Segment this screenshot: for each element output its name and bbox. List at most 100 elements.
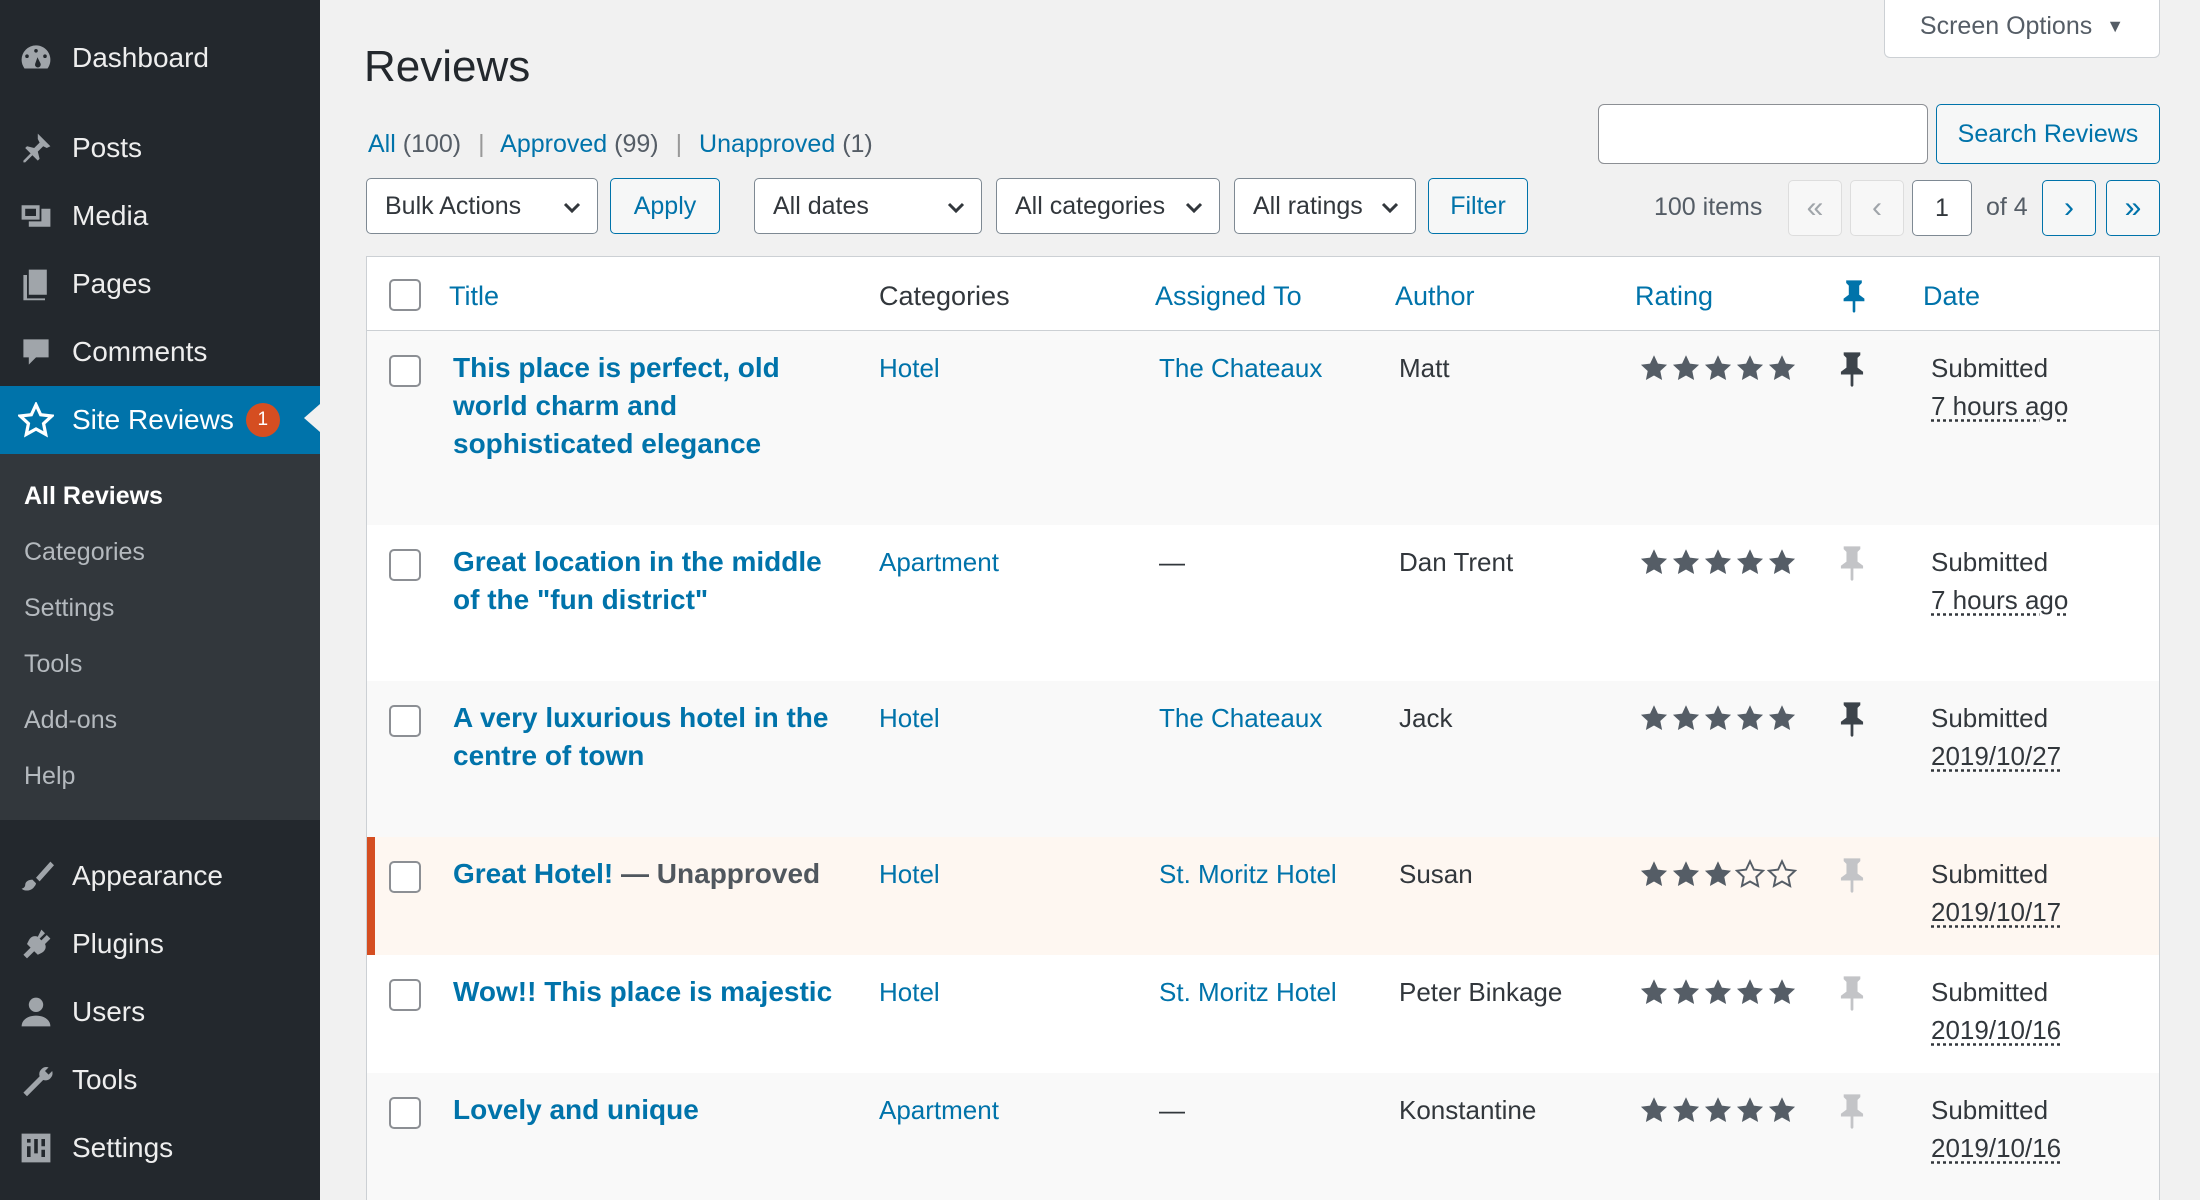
star-filled-icon — [1639, 703, 1669, 733]
bulk-actions-select[interactable]: Bulk Actions — [366, 178, 598, 234]
menu-label: Site Reviews — [72, 404, 234, 436]
filter-all-label: All — [368, 130, 396, 158]
filter-all-link[interactable]: All — [368, 130, 396, 158]
filter-button[interactable]: Filter — [1428, 178, 1528, 234]
review-title-link[interactable]: This place is perfect, old world charm a… — [453, 349, 853, 463]
submenu-tools[interactable]: Tools — [24, 650, 82, 679]
menu-item-media[interactable]: Media — [0, 184, 320, 248]
category-link[interactable]: Hotel — [879, 349, 940, 387]
pin-off-icon[interactable] — [1837, 545, 1867, 591]
menu-label: Posts — [72, 132, 142, 164]
pin-column-icon[interactable] — [1841, 279, 1867, 318]
star-filled-icon — [1767, 977, 1797, 1007]
table-row: Wow!! This place is majestic Hotel St. M… — [367, 955, 2159, 1073]
star-filled-icon — [1639, 977, 1669, 1007]
pin-off-icon[interactable] — [1837, 1093, 1867, 1139]
select-all-checkbox[interactable] — [389, 279, 421, 311]
row-checkbox[interactable] — [389, 1097, 421, 1129]
review-title-link[interactable]: A very luxurious hotel in the centre of … — [453, 699, 853, 775]
filter-approved-link[interactable]: Approved — [500, 130, 607, 158]
star-filled-icon — [1735, 977, 1765, 1007]
review-date: Submitted 2019/10/17 — [1931, 855, 2061, 931]
column-title[interactable]: Title — [449, 281, 499, 312]
star-filled-icon — [1735, 703, 1765, 733]
assigned-to-link[interactable]: St. Moritz Hotel — [1159, 855, 1337, 893]
category-link[interactable]: Apartment — [879, 543, 999, 581]
review-title-link[interactable]: Lovely and unique — [453, 1091, 853, 1129]
column-date[interactable]: Date — [1923, 281, 1980, 312]
menu-label: Users — [72, 996, 145, 1028]
submenu-categories[interactable]: Categories — [24, 538, 145, 567]
table-row: Lovely and unique Apartment — Konstantin… — [367, 1073, 2159, 1200]
menu-item-comments[interactable]: Comments — [0, 320, 320, 384]
star-filled-icon — [1671, 703, 1701, 733]
pin-on-icon[interactable] — [1837, 351, 1867, 397]
table-row: A very luxurious hotel in the centre of … — [367, 681, 2159, 837]
screen-options-toggle[interactable]: Screen Options ▼ — [1884, 0, 2160, 58]
next-page-button[interactable]: › — [2042, 180, 2096, 236]
separator: | — [676, 130, 683, 158]
menu-item-site-reviews[interactable]: Site Reviews 1 — [0, 386, 320, 454]
first-page-button: « — [1788, 180, 1842, 236]
pin-off-icon[interactable] — [1837, 975, 1867, 1021]
submenu-all-reviews[interactable]: All Reviews — [24, 482, 163, 511]
review-title: Lovely and unique — [453, 1094, 699, 1125]
menu-item-posts[interactable]: Posts — [0, 116, 320, 180]
review-title-link[interactable]: Great Hotel! — Unapproved — [453, 855, 853, 893]
menu-item-appearance[interactable]: Appearance — [0, 844, 320, 908]
row-checkbox[interactable] — [389, 861, 421, 893]
assigned-to-link[interactable]: The Chateaux — [1159, 699, 1322, 737]
pin-off-icon[interactable] — [1837, 857, 1867, 903]
pushpin-icon — [0, 130, 72, 166]
review-title-link[interactable]: Great location in the middle of the "fun… — [453, 543, 853, 619]
star-rating — [1639, 353, 1797, 383]
review-title-link[interactable]: Wow!! This place is majestic — [453, 973, 853, 1011]
submenu-help[interactable]: Help — [24, 762, 75, 791]
menu-item-tools[interactable]: Tools — [0, 1048, 320, 1112]
pending-count-badge: 1 — [246, 403, 280, 437]
wrench-icon — [0, 1062, 72, 1098]
category-link[interactable]: Hotel — [879, 855, 940, 893]
row-checkbox[interactable] — [389, 549, 421, 581]
column-rating[interactable]: Rating — [1635, 281, 1713, 312]
category-link[interactable]: Apartment — [879, 1091, 999, 1129]
star-filled-icon — [1703, 977, 1733, 1007]
category-filter-select[interactable]: All categories — [996, 178, 1220, 234]
chevron-down-icon — [1183, 196, 1205, 218]
column-assigned-to[interactable]: Assigned To — [1155, 281, 1302, 312]
star-filled-icon — [1671, 547, 1701, 577]
star-filled-icon — [1703, 1095, 1733, 1125]
rating-filter-select[interactable]: All ratings — [1234, 178, 1416, 234]
date-filter-select[interactable]: All dates — [754, 178, 982, 234]
submenu-add-ons[interactable]: Add-ons — [24, 706, 117, 735]
review-state: — Unapproved — [613, 858, 820, 889]
apply-button[interactable]: Apply — [610, 178, 720, 234]
column-author[interactable]: Author — [1395, 281, 1475, 312]
menu-label: Plugins — [72, 928, 164, 960]
review-title: A very luxurious hotel in the centre of … — [453, 702, 828, 771]
menu-item-pages[interactable]: Pages — [0, 252, 320, 316]
submenu-settings[interactable]: Settings — [24, 594, 114, 623]
search-reviews-button[interactable]: Search Reviews — [1936, 104, 2160, 164]
menu-item-plugins[interactable]: Plugins — [0, 912, 320, 976]
row-checkbox[interactable] — [389, 705, 421, 737]
filter-unapproved-link[interactable]: Unapproved — [699, 130, 835, 158]
category-link[interactable]: Hotel — [879, 973, 940, 1011]
last-page-button[interactable]: » — [2106, 180, 2160, 236]
search-input[interactable] — [1598, 104, 1928, 164]
submitted-label: Submitted — [1931, 699, 2061, 737]
row-checkbox[interactable] — [389, 355, 421, 387]
current-page-input[interactable]: 1 — [1912, 180, 1972, 236]
menu-item-settings[interactable]: Settings — [0, 1116, 320, 1180]
star-filled-icon — [1767, 703, 1797, 733]
menu-item-users[interactable]: Users — [0, 980, 320, 1044]
category-link[interactable]: Hotel — [879, 699, 940, 737]
pin-on-icon[interactable] — [1837, 701, 1867, 747]
row-checkbox[interactable] — [389, 979, 421, 1011]
chevron-down-icon — [561, 196, 583, 218]
separator: | — [478, 130, 485, 158]
assigned-to-link[interactable]: St. Moritz Hotel — [1159, 973, 1337, 1011]
menu-item-dashboard[interactable]: Dashboard — [0, 26, 320, 90]
assigned-to-link[interactable]: The Chateaux — [1159, 349, 1322, 387]
review-date: Submitted 7 hours ago — [1931, 349, 2068, 425]
